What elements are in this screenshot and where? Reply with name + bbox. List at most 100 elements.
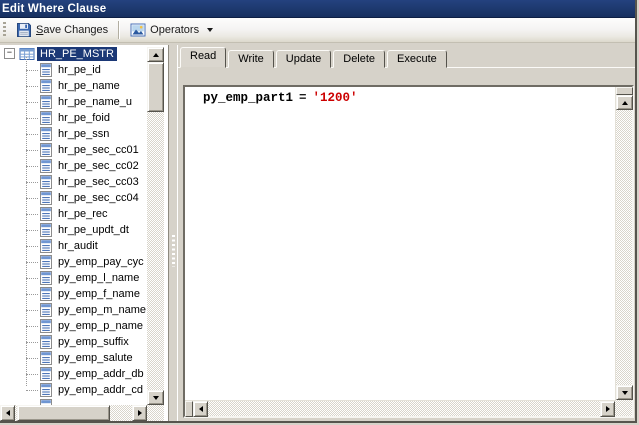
scroll-track[interactable]: [147, 62, 164, 390]
editor-vertical-scrollbar[interactable]: [615, 87, 632, 400]
tree-field-item[interactable]: hr_pe_sec_cc02: [0, 158, 147, 174]
scrollbar-split-box[interactable]: [185, 401, 193, 417]
tree-field-item-partial[interactable]: [0, 398, 147, 405]
field-icon: [40, 79, 52, 93]
tree-field-label: hr_pe_rec: [58, 208, 108, 220]
field-icon: [40, 191, 52, 205]
tree-field-item[interactable]: hr_pe_sec_cc04: [0, 190, 147, 206]
read-tab-page: py_emp_part1='1200': [178, 67, 635, 421]
tree-field-label: hr_pe_sec_cc02: [58, 160, 139, 172]
scroll-right-button[interactable]: [600, 401, 615, 417]
code-operator: =: [299, 91, 307, 105]
tree-field-label: hr_audit: [58, 240, 98, 252]
tree-root-label[interactable]: HR_PE_MSTR: [37, 47, 117, 61]
tree-field-label: py_emp_p_name: [58, 320, 143, 332]
tree-vertical-scrollbar[interactable]: [147, 47, 164, 405]
tree-field-item[interactable]: hr_pe_rec: [0, 206, 147, 222]
tree-connector: [26, 86, 38, 87]
tree-field-item[interactable]: py_emp_pay_cyc: [0, 254, 147, 270]
tree-field-item[interactable]: py_emp_m_name: [0, 302, 147, 318]
field-icon: [40, 271, 52, 285]
toolbar-gripper[interactable]: [3, 22, 6, 38]
toolbar-separator: [118, 21, 120, 39]
tree-field-item[interactable]: hr_pe_ssn: [0, 126, 147, 142]
scroll-track[interactable]: [15, 405, 132, 421]
scroll-up-button[interactable]: [147, 47, 164, 62]
field-icon: [40, 175, 52, 189]
tree-children: hr_pe_id: [0, 62, 147, 398]
tree-field-label: py_emp_addr_cd: [58, 384, 143, 396]
scrollbar-corner: [615, 400, 632, 416]
tree-field-item[interactable]: hr_pe_sec_cc01: [0, 142, 147, 158]
tree-field-item[interactable]: py_emp_f_name: [0, 286, 147, 302]
tree-field-item[interactable]: hr_pe_updt_dt: [0, 222, 147, 238]
tree-field-item[interactable]: py_emp_l_name: [0, 270, 147, 286]
tree-field-label: hr_pe_sec_cc04: [58, 192, 139, 204]
tree-field-item[interactable]: hr_pe_id: [0, 62, 147, 78]
tree-field-label: py_emp_suffix: [58, 336, 129, 348]
tree-field-item[interactable]: hr_pe_foid: [0, 110, 147, 126]
tree-field-item[interactable]: hr_pe_sec_cc03: [0, 174, 147, 190]
tree-field-label: hr_pe_name_u: [58, 96, 132, 108]
tree-field-label: py_emp_salute: [58, 352, 133, 364]
operators-icon: [130, 22, 146, 38]
scroll-left-button[interactable]: [0, 405, 15, 421]
tree-field-item[interactable]: py_emp_suffix: [0, 334, 147, 350]
tree-root-node[interactable]: − HR_PE_MSTR: [0, 45, 147, 62]
tree-horizontal-scrollbar[interactable]: [0, 405, 147, 421]
tree-connector: [26, 246, 38, 247]
scroll-track[interactable]: [616, 110, 632, 385]
scroll-thumb[interactable]: [147, 62, 164, 112]
panel-splitter[interactable]: [168, 45, 178, 421]
tree-field-item[interactable]: py_emp_salute: [0, 350, 147, 366]
tree-field-item[interactable]: hr_pe_name_u: [0, 94, 147, 110]
field-icon: [40, 239, 52, 253]
tree-field-label: py_emp_f_name: [58, 288, 140, 300]
tree-field-label: hr_pe_foid: [58, 112, 110, 124]
field-icon: [40, 367, 52, 381]
tree-field-label: py_emp_m_name: [58, 304, 146, 316]
tree-field-item[interactable]: py_emp_p_name: [0, 318, 147, 334]
tab-update[interactable]: Update: [276, 50, 331, 68]
tree-field-label: py_emp_l_name: [58, 272, 139, 284]
toolbar: Save Changes Operators: [0, 18, 635, 43]
field-icon: [40, 255, 52, 269]
scroll-track[interactable]: [208, 401, 600, 416]
editor-horizontal-scrollbar[interactable]: [185, 400, 615, 416]
title-bar[interactable]: Edit Where Clause: [0, 0, 635, 18]
dialog-body: − HR_PE_MSTR: [0, 43, 635, 421]
field-icon: [40, 223, 52, 237]
code-value: '1200': [313, 91, 358, 105]
tree-field-item[interactable]: hr_pe_name: [0, 78, 147, 94]
collapse-minus-icon[interactable]: −: [4, 48, 15, 59]
tree-connector: [26, 214, 38, 215]
operators-button[interactable]: Operators: [124, 19, 219, 41]
tab-read[interactable]: Read: [180, 47, 226, 68]
tab-write[interactable]: Write: [228, 50, 273, 68]
save-changes-button[interactable]: Save Changes: [10, 19, 114, 41]
scroll-down-button[interactable]: [147, 390, 164, 405]
field-icon: [40, 63, 52, 77]
field-icon: [40, 159, 52, 173]
where-clause-text[interactable]: py_emp_part1='1200': [185, 87, 615, 400]
scroll-down-button[interactable]: [616, 385, 633, 400]
tree-connector: [26, 390, 38, 391]
field-icon: [40, 111, 52, 125]
scrollbar-corner: [147, 405, 164, 421]
where-clause-editor[interactable]: py_emp_part1='1200': [183, 85, 634, 418]
tree-connector: [26, 310, 38, 311]
tree-field-label: hr_pe_sec_cc01: [58, 144, 139, 156]
tree-field-item[interactable]: hr_audit: [0, 238, 147, 254]
tree-connector: [26, 166, 38, 167]
scroll-up-button[interactable]: [616, 95, 633, 110]
tree-field-item[interactable]: py_emp_addr_cd: [0, 382, 147, 398]
scroll-right-button[interactable]: [132, 405, 147, 421]
scroll-thumb[interactable]: [17, 405, 110, 421]
tab-execute[interactable]: Execute: [387, 50, 447, 68]
tree-field-item[interactable]: py_emp_addr_db: [0, 366, 147, 382]
field-icon: [40, 207, 52, 221]
save-icon: [16, 22, 32, 38]
scroll-left-button[interactable]: [193, 401, 208, 417]
scrollbar-split-box[interactable]: [616, 87, 633, 95]
tab-delete[interactable]: Delete: [333, 50, 385, 68]
